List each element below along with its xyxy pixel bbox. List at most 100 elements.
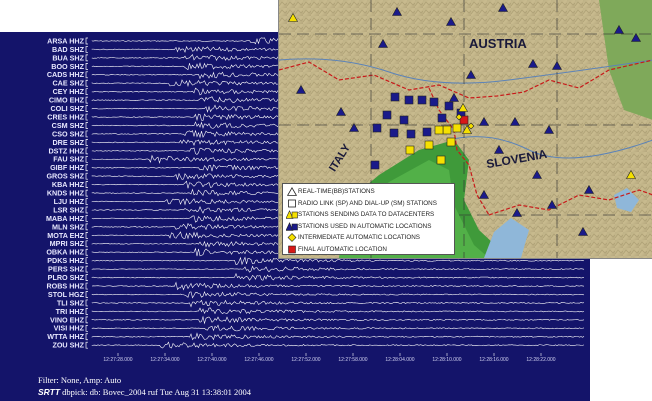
station-square-icon (422, 127, 432, 137)
db-info: SRTT dbpick: db: Bovec_2004 ruf Tue Aug … (38, 387, 251, 397)
trace-bracket (85, 265, 88, 273)
station-square-icon (382, 110, 392, 120)
trace-bracket (85, 341, 88, 349)
trace-bracket (85, 215, 88, 222)
time-tick-label: 12:27:58.000 (338, 357, 367, 363)
legend-row: RADIO LINK (SP) AND DIAL-UP (SM) STATION… (286, 198, 451, 210)
trace-bracket (85, 130, 88, 138)
legend-label: RADIO LINK (SP) AND DIAL-UP (SM) STATION… (298, 199, 437, 207)
trace-bracket (85, 172, 88, 180)
map-legend: REAL-TIME(BB)STATIONS RADIO LINK (SP) AN… (282, 183, 455, 255)
trace-bracket (85, 274, 88, 281)
trace-bracket (85, 308, 88, 315)
seismic-trace (91, 281, 585, 291)
time-tick-label: 12:27:52.000 (291, 357, 320, 363)
station-square-icon (446, 137, 456, 147)
station-square-icon (424, 140, 434, 150)
trace-bracket (85, 198, 88, 205)
trace-bracket (85, 223, 88, 231)
trace-bracket (85, 113, 88, 121)
time-tick-label: 12:27:46.000 (244, 357, 273, 363)
open-square-icon (286, 198, 298, 208)
seismic-trace (91, 307, 585, 315)
station-square-icon (390, 92, 400, 102)
dbpick-text: dbpick: db: Bovec_2004 ruf Tue Aug 31 13… (62, 387, 252, 397)
trace-bracket (85, 63, 88, 70)
station-square-icon (405, 145, 415, 155)
trace-bracket (85, 88, 88, 96)
label-austria: AUSTRIA (469, 36, 527, 51)
time-tick-label: 12:28:10.000 (432, 357, 461, 363)
trace-bracket (85, 139, 88, 146)
trace-bracket (85, 71, 88, 79)
legend-row: STATIONS SENDING DATA TO DATACENTERS (286, 209, 451, 221)
seismic-trace (91, 332, 585, 341)
trace-bracket (85, 181, 88, 188)
time-tick-label: 12:28:04.000 (385, 357, 414, 363)
station-square-icon (436, 155, 446, 165)
time-tick-label: 12:28:16.000 (479, 357, 508, 363)
seismic-trace (91, 324, 585, 332)
station-square-icon (389, 128, 399, 138)
station-square-icon (404, 95, 414, 105)
trace-bracket (85, 232, 88, 239)
station-square-icon (437, 113, 447, 123)
station-square-icon (417, 95, 427, 105)
trace-bracket (85, 291, 88, 298)
legend-label: REAL-TIME(BB)STATIONS (298, 188, 375, 196)
filter-info: Filter: None, Amp: Auto (38, 375, 122, 385)
seismic-trace (91, 299, 585, 308)
legend-label: INTERMEDIATE AUTOMATIC LOCATIONS (298, 234, 420, 242)
seismic-trace (91, 341, 585, 349)
blue-triangle-square-icon (286, 221, 298, 231)
station-square-icon (444, 101, 454, 111)
legend-row: REAL-TIME(BB)STATIONS (286, 186, 451, 198)
trace-bracket (85, 257, 88, 265)
time-tick-label: 12:27:40.000 (197, 357, 226, 363)
trace-bracket (85, 96, 88, 104)
trace-bracket (85, 282, 88, 290)
trace-bracket (85, 248, 88, 256)
time-tick-label: 12:27:34.000 (150, 357, 179, 363)
trace-bracket (85, 54, 88, 62)
brand-label: SRTT (38, 387, 61, 397)
station-square-icon (452, 123, 462, 133)
open-triangle-icon (286, 187, 298, 197)
trace-bracket (85, 333, 88, 341)
seismic-trace (91, 290, 585, 299)
station-square-icon (370, 160, 380, 170)
seismic-trace (91, 272, 585, 281)
trace-bracket (85, 164, 88, 172)
trace-bracket (85, 46, 88, 53)
trace-bracket (85, 240, 88, 248)
seismic-trace (91, 315, 585, 325)
trace-bracket (85, 299, 88, 307)
trace-bracket (85, 155, 88, 163)
legend-row: STATIONS USED IN AUTOMATIC LOCATIONS (286, 221, 451, 233)
station-square-icon (434, 125, 444, 135)
trace-bracket (85, 37, 88, 45)
trace-bracket (85, 206, 88, 214)
legend-row: INTERMEDIATE AUTOMATIC LOCATIONS (286, 232, 451, 244)
time-tick-label: 12:28:22.000 (526, 357, 555, 363)
seismic-trace (91, 265, 585, 273)
station-square-icon (429, 97, 439, 107)
legend-label: FINAL AUTOMATIC LOCATION (298, 245, 387, 253)
station-square-icon (406, 129, 416, 139)
time-tick-label: 12:27:28.000 (103, 357, 132, 363)
yellow-diamond-icon (286, 233, 298, 243)
trace-bracket (85, 324, 88, 332)
station-label: ZOU SHZ (52, 341, 84, 350)
trace-bracket (85, 79, 88, 87)
trace-bracket (85, 147, 88, 155)
legend-label: STATIONS USED IN AUTOMATIC LOCATIONS (298, 222, 432, 230)
station-square-icon (399, 115, 409, 125)
trace-bracket (85, 316, 88, 324)
trace-bracket (85, 122, 88, 129)
trace-bracket (85, 105, 88, 112)
trace-bracket (85, 189, 88, 197)
legend-row: FINAL AUTOMATIC LOCATION (286, 244, 451, 256)
station-square-icon (372, 123, 382, 133)
yellow-triangle-square-icon (286, 210, 298, 220)
legend-label: STATIONS SENDING DATA TO DATACENTERS (298, 211, 435, 219)
